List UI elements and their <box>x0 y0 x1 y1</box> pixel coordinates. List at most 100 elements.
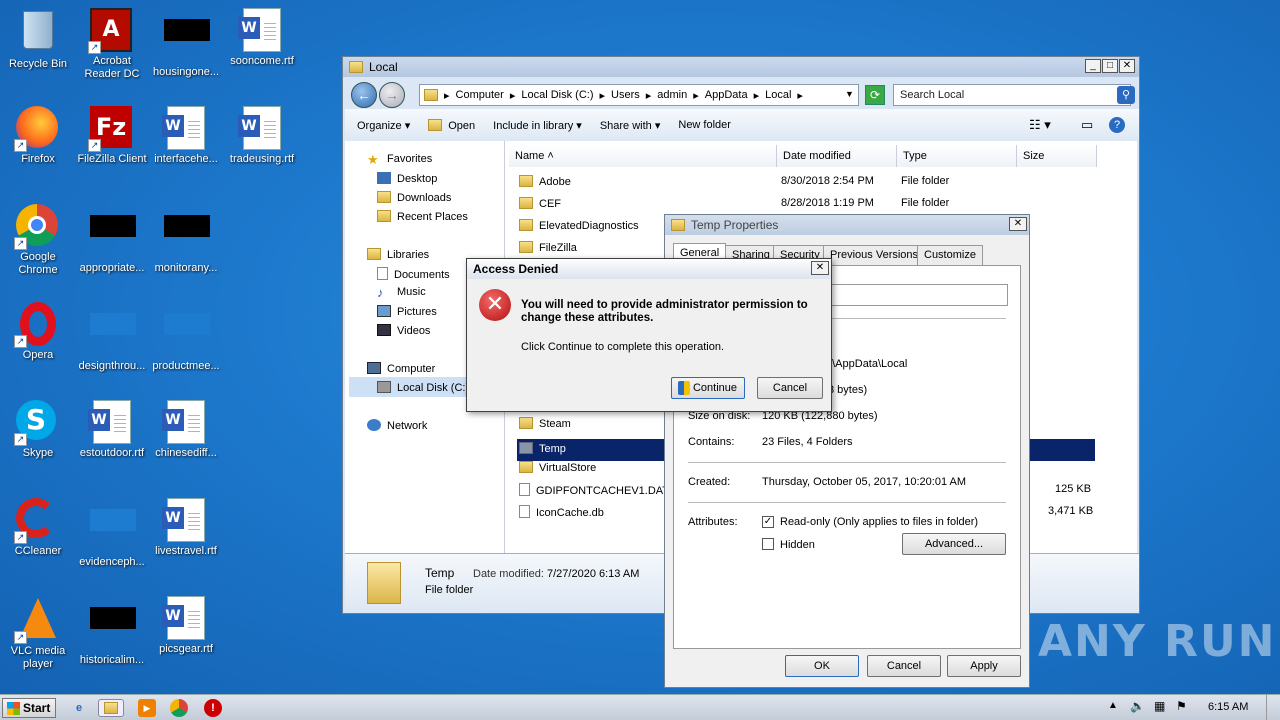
nav-favorites[interactable]: ★ Favorites <box>367 153 432 166</box>
chrome-shortcut[interactable]: ↗ Google Chrome <box>0 204 76 277</box>
evidenceph-file[interactable]: evidenceph... <box>74 498 150 569</box>
cancel-button[interactable]: Cancel <box>867 655 941 677</box>
tab-customize[interactable]: Customize <box>917 245 983 265</box>
address-dropdown-icon[interactable]: ▼ <box>845 89 854 99</box>
open-button[interactable]: Open <box>428 118 475 132</box>
chinesediff-file[interactable]: chinesediff... <box>148 400 224 460</box>
nav-recent[interactable]: Recent Places <box>377 210 468 223</box>
nav-pictures[interactable]: Pictures <box>377 305 437 318</box>
breadcrumb-appdata[interactable]: AppData <box>705 89 748 101</box>
help-icon[interactable]: ? <box>1109 117 1125 133</box>
column-name[interactable]: Name ˄ <box>509 145 777 167</box>
view-options-icon[interactable]: ☷ ▾ <box>1029 117 1051 133</box>
tray-expand-icon[interactable]: ▲ <box>1108 700 1118 711</box>
nav-libraries[interactable]: Libraries <box>367 248 429 261</box>
acrobat-shortcut[interactable]: A ↗ Acrobat Reader DC <box>74 8 150 81</box>
breadcrumb-local[interactable]: Local <box>765 89 791 101</box>
desktop-icon-label: Acrobat Reader DC <box>84 55 140 80</box>
readonly-checkbox[interactable]: ✓ <box>762 516 774 528</box>
appropriate-file[interactable]: appropriate... <box>74 204 150 275</box>
close-button[interactable]: ✕ <box>1119 59 1135 73</box>
nav-music[interactable]: ♪ Music <box>377 286 426 299</box>
action-center-flag-icon[interactable]: ⚑ <box>1176 699 1187 713</box>
desktop-icon-label: sooncome.rtf <box>230 55 294 67</box>
interfacehe-file[interactable]: interfacehe... <box>148 106 224 166</box>
continue-button[interactable]: Continue <box>671 377 745 399</box>
dialog-close-button[interactable]: ✕ <box>811 261 829 275</box>
filezilla-shortcut[interactable]: Fz ↗ FileZilla Client <box>74 106 150 166</box>
column-type[interactable]: Type <box>897 145 1017 167</box>
access-denied-dialog[interactable]: Access Denied ✕ ✕ You will need to provi… <box>466 258 832 412</box>
opera-taskbar-icon[interactable]: ! <box>204 699 222 717</box>
search-input[interactable]: Search Local <box>893 84 1131 106</box>
share-with-button[interactable]: Share with ▾ <box>600 119 661 132</box>
minimize-button[interactable]: _ <box>1085 59 1101 73</box>
organize-button[interactable]: Organize ▾ <box>357 119 410 132</box>
monitorany-file[interactable]: monitorany... <box>148 204 224 275</box>
search-icon[interactable]: ⚲ <box>1117 86 1135 104</box>
estoutdoor-file[interactable]: estoutdoor.rtf <box>74 400 150 460</box>
dialog-titlebar[interactable]: Access Denied <box>467 259 831 279</box>
forward-button[interactable]: → <box>379 82 405 108</box>
properties-close-button[interactable]: ✕ <box>1009 217 1027 231</box>
firefox-icon: ↗ <box>14 106 60 152</box>
tab-previous-versions[interactable]: Previous Versions <box>823 245 926 265</box>
preview-pane-icon[interactable]: ▭ <box>1081 117 1093 133</box>
address-box[interactable]: ▸ Computer ▸ Local Disk (C:) ▸ Users ▸ admin… <box>419 84 859 106</box>
file-row[interactable]: Adobe 8/30/2018 2:54 PM File folder <box>519 175 1079 195</box>
start-button[interactable]: Start <box>2 698 56 718</box>
productmee-file[interactable]: productmee... <box>148 302 224 373</box>
breadcrumb-computer[interactable]: Computer <box>456 89 504 101</box>
maximize-button[interactable]: □ <box>1102 59 1118 73</box>
taskbar: Start e ▶ ! ▲ 🔈 ▦ ⚑ 6:15 AM <box>0 694 1280 720</box>
nav-downloads[interactable]: Downloads <box>377 191 451 204</box>
apply-button[interactable]: Apply <box>947 655 1021 677</box>
designthrou-file[interactable]: designthrou... <box>74 302 150 373</box>
refresh-icon[interactable]: ⟳ <box>865 85 885 105</box>
back-button[interactable]: ← <box>351 82 377 108</box>
network-tray-icon[interactable]: ▦ <box>1154 699 1165 713</box>
nav-documents[interactable]: Documents <box>377 267 450 281</box>
file-icon <box>519 505 530 518</box>
explorer-titlebar[interactable]: Local <box>343 57 1139 77</box>
nav-computer[interactable]: Computer <box>367 362 435 375</box>
ccleaner-shortcut[interactable]: ↗ CCleaner <box>0 498 76 558</box>
dialog-cancel-button[interactable]: Cancel <box>757 377 823 399</box>
livestravel-file[interactable]: livestravel.rtf <box>148 498 224 558</box>
breadcrumb-admin[interactable]: admin <box>657 89 687 101</box>
desktop-icon <box>377 172 391 184</box>
advanced-button[interactable]: Advanced... <box>902 533 1006 555</box>
historicalim-file[interactable]: historicalim... <box>74 596 150 667</box>
show-desktop-button[interactable] <box>1266 695 1280 720</box>
properties-titlebar[interactable]: Temp Properties <box>665 215 1029 235</box>
new-folder-button[interactable]: New folder <box>678 119 731 131</box>
media-player-icon[interactable]: ▶ <box>138 699 156 717</box>
picsgear-file[interactable]: picsgear.rtf <box>148 596 224 656</box>
nav-videos[interactable]: Videos <box>377 324 430 337</box>
nav-network[interactable]: Network <box>367 419 427 432</box>
vlc-shortcut[interactable]: ↗ VLC media player <box>0 596 76 671</box>
ok-button[interactable]: OK <box>785 655 859 677</box>
clock[interactable]: 6:15 AM <box>1208 701 1248 713</box>
explorer-taskbar-icon[interactable] <box>98 699 124 717</box>
breadcrumb-users[interactable]: Users <box>611 89 640 101</box>
volume-icon[interactable]: 🔈 <box>1130 699 1145 713</box>
housingone-file[interactable]: housingone... <box>148 8 224 79</box>
breadcrumb-local-disk[interactable]: Local Disk (C:) <box>521 89 593 101</box>
firefox-shortcut[interactable]: ↗ Firefox <box>0 106 76 166</box>
folder-name-input[interactable] <box>830 284 1008 306</box>
ie-icon[interactable]: e <box>70 699 88 717</box>
include-library-button[interactable]: Include in library ▾ <box>493 119 582 132</box>
column-size[interactable]: Size <box>1017 145 1097 167</box>
tradeusing-file[interactable]: tradeusing.rtf <box>224 106 300 166</box>
opera-shortcut[interactable]: ↗ Opera <box>0 302 76 362</box>
nav-desktop[interactable]: Desktop <box>377 172 437 185</box>
hidden-checkbox[interactable] <box>762 538 774 550</box>
desktop-icon-label: Firefox <box>21 153 55 165</box>
word-doc-icon <box>238 8 284 52</box>
skype-shortcut[interactable]: S ↗ Skype <box>0 400 76 460</box>
sooncome-file[interactable]: sooncome.rtf <box>224 8 300 68</box>
column-date-modified[interactable]: Date modified <box>777 145 897 167</box>
chrome-taskbar-icon[interactable] <box>170 699 188 717</box>
recycle-bin-icon[interactable]: Recycle Bin <box>0 8 76 71</box>
